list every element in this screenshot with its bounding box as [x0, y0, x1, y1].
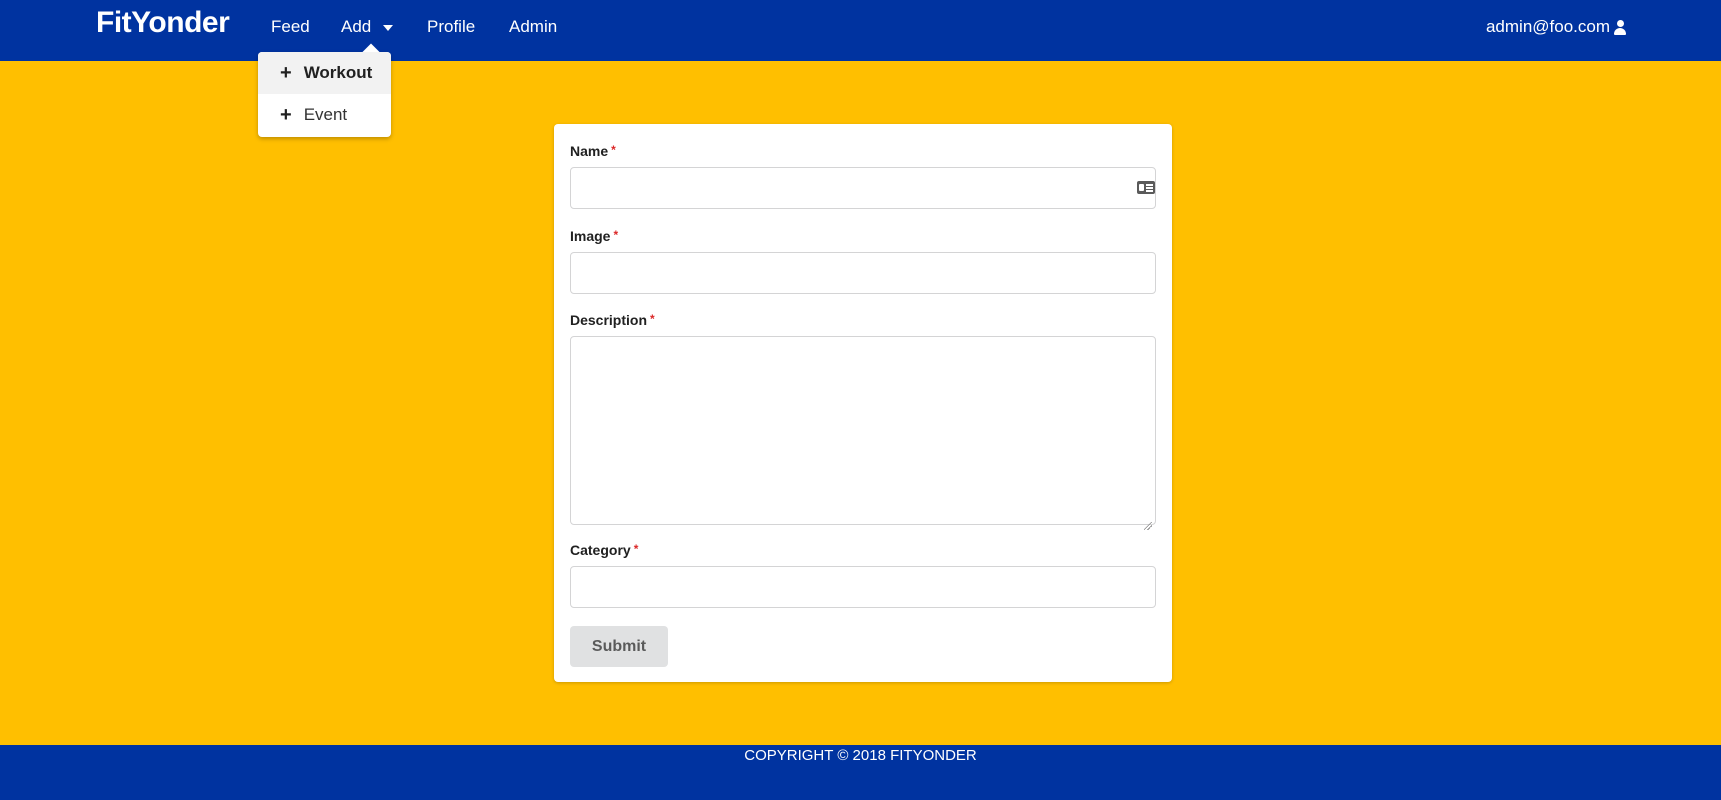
name-field-label: Name * — [570, 143, 616, 159]
nav-add-label: Add — [341, 17, 372, 36]
plus-icon: + — [280, 104, 292, 126]
name-input[interactable] — [570, 167, 1156, 209]
image-label-text: Image — [570, 228, 611, 244]
user-icon — [1614, 19, 1626, 35]
menu-item-label: Workout — [303, 63, 373, 82]
top-navbar: FitYonder Feed Add Profile Admin admin@f… — [0, 0, 1721, 61]
submit-button[interactable]: Submit — [570, 626, 668, 667]
user-email: admin@foo.com — [1485, 17, 1610, 36]
copyright-text: COPYRIGHT © 2018 FITYONDER — [744, 747, 977, 764]
description-textarea[interactable] — [570, 336, 1156, 525]
nav-admin[interactable]: Admin — [509, 17, 557, 37]
name-label-text: Name — [570, 143, 609, 159]
user-menu[interactable]: admin@foo.com — [1486, 17, 1626, 37]
caret-down-icon — [383, 24, 394, 31]
resize-handle-icon[interactable] — [1144, 522, 1152, 530]
description-label-text: Description — [570, 312, 648, 328]
category-input[interactable] — [570, 566, 1156, 608]
id-card-icon — [1137, 181, 1155, 194]
image-field-label: Image * — [570, 228, 618, 244]
required-mark: * — [650, 312, 655, 326]
footer: COPYRIGHT © 2018 FITYONDER — [0, 745, 1721, 800]
add-dropdown-menu: + Workout + Event — [258, 52, 391, 137]
category-label-text: Category — [570, 542, 631, 558]
required-mark: * — [613, 228, 619, 242]
workout-form-card: Name * Image * Description * Category * Subm… — [554, 124, 1172, 682]
menu-item-event[interactable]: + Event — [258, 94, 391, 136]
nav-add-dropdown[interactable]: Add — [341, 17, 394, 37]
image-input[interactable] — [570, 252, 1156, 294]
required-mark: * — [633, 542, 639, 556]
category-field-label: Category * — [570, 542, 638, 558]
menu-item-workout[interactable]: + Workout — [258, 52, 391, 94]
brand-logo[interactable]: FitYonder — [96, 6, 230, 40]
menu-item-label: Event — [303, 105, 348, 124]
nav-feed[interactable]: Feed — [271, 17, 310, 37]
nav-profile[interactable]: Profile — [427, 17, 475, 37]
description-field-label: Description * — [570, 312, 655, 328]
required-mark: * — [611, 143, 616, 157]
plus-icon: + — [280, 62, 292, 84]
